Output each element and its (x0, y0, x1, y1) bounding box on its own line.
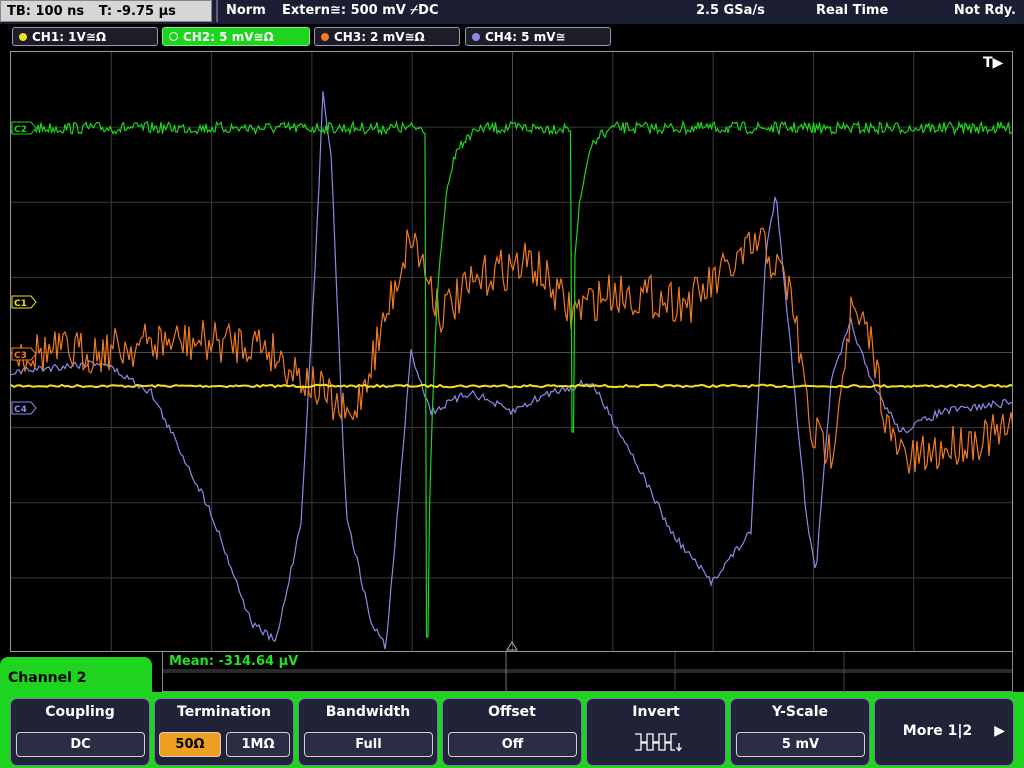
termination-1mohm-button[interactable]: 1MΩ (226, 732, 290, 757)
sample-rate: 2.5 GSa/s (696, 3, 765, 18)
invert-waveform-icon (635, 733, 682, 752)
channel-tab-ch4[interactable]: CH4: 5 mV≅ (465, 27, 611, 46)
coupling-value-button[interactable]: DC (16, 732, 145, 757)
trigger-position-marker[interactable]: T▶ (983, 55, 1004, 71)
ch4-marker-text: C4 (14, 405, 27, 415)
channel-tab-ch3[interactable]: CH3: 2 mV≅Ω (314, 27, 460, 46)
ch1-marker-text: C1 (14, 299, 27, 309)
bandwidth-softkey[interactable]: Bandwidth Full (298, 698, 438, 766)
ch3-label: CH3: 2 mV≅Ω (334, 30, 425, 44)
ch2-color-dot (169, 32, 178, 41)
ch3-color-dot (321, 33, 329, 41)
termination-label: Termination (177, 704, 271, 720)
offset-softkey[interactable]: Offset Off (442, 698, 582, 766)
trigger-time-value: T: -9.75 µs (98, 4, 176, 19)
trigger-source: Extern≅: 500 mV ⌿DC (282, 3, 439, 18)
termination-softkey[interactable]: Termination 50Ω 1MΩ (154, 698, 294, 766)
ch4-color-dot (472, 33, 480, 41)
yscale-label: Y-Scale (771, 704, 828, 720)
more-softkey[interactable]: More 1|2 ▶︎ (874, 698, 1014, 766)
timebase-value: TB: 100 ns (7, 4, 85, 19)
graticule-grid (11, 52, 1012, 651)
ch1-offset-marker[interactable]: C1 (11, 295, 37, 309)
timebase-box[interactable]: TB: 100 ns T: -9.75 µs (0, 0, 212, 22)
measurement-panel[interactable]: Mean: -314.64 µV (162, 652, 1013, 692)
trigger-mode: Norm (226, 3, 266, 18)
ch3-offset-marker[interactable]: C3 (11, 347, 37, 361)
status-bar: TB: 100 ns T: -9.75 µs Norm Extern≅: 500… (0, 0, 1024, 24)
yscale-value-button[interactable]: 5 mV (736, 732, 865, 757)
channel-tab-ch1[interactable]: CH1: 1V≅Ω (12, 27, 158, 46)
yscale-softkey[interactable]: Y-Scale 5 mV (730, 698, 870, 766)
ch1-color-dot (19, 33, 27, 41)
waveform-display[interactable]: C1 C3 C4 C2 T▶ (10, 51, 1013, 652)
invert-softkey[interactable]: Invert (586, 698, 726, 766)
termination-50ohm-button[interactable]: 50Ω (159, 732, 221, 757)
coupling-softkey[interactable]: Coupling DC (10, 698, 150, 766)
measurement-grid (163, 652, 1012, 692)
ch2-label: CH2: 5 mV≅Ω (183, 30, 274, 44)
acquisition-mode: Real Time (816, 3, 889, 18)
ch1-label: CH1: 1V≅Ω (32, 30, 107, 44)
offset-value-button[interactable]: Off (448, 732, 577, 757)
trigger-info[interactable]: Norm Extern≅: 500 mV ⌿DC 2.5 GSa/s Real … (216, 0, 1024, 22)
trigger-status: Not Rdy. (953, 3, 1016, 18)
ch4-label: CH4: 5 mV≅ (485, 30, 566, 44)
ch2-marker-text: C2 (14, 125, 27, 135)
more-label: More 1|2 (902, 723, 973, 739)
ch3-marker-text: C3 (14, 351, 27, 361)
channel-bar: CH1: 1V≅Ω CH2: 5 mV≅Ω CH3: 2 mV≅Ω CH4: 5… (0, 24, 1024, 50)
ch4-offset-marker[interactable]: C4 (11, 401, 37, 415)
bandwidth-value-button[interactable]: Full (304, 732, 433, 757)
coupling-label: Coupling (45, 704, 115, 720)
waveform-canvas: C1 C3 C4 C2 T▶ (11, 52, 1012, 651)
invert-label: Invert (632, 704, 680, 720)
chevron-right-icon: ▶︎ (994, 723, 1005, 739)
offset-label: Offset (488, 704, 536, 720)
bandwidth-label: Bandwidth (325, 704, 411, 720)
channel-menu-label: Channel 2 (8, 670, 87, 686)
channel-tab-ch2[interactable]: CH2: 5 mV≅Ω (162, 27, 310, 46)
ch2-offset-marker[interactable]: C2 (11, 121, 37, 135)
